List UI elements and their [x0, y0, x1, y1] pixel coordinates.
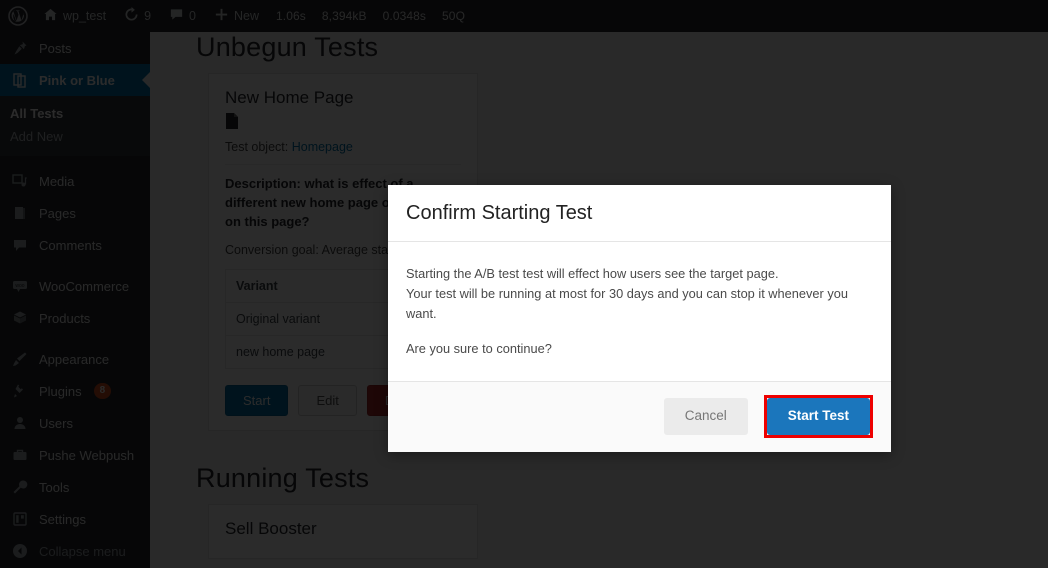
dialog-title: Confirm Starting Test	[406, 202, 593, 224]
start-test-button[interactable]: Start Test	[766, 398, 870, 435]
dialog-text-line1: Starting the A/B test test will effect h…	[406, 266, 779, 281]
dialog-text-line3: Are you sure to continue?	[406, 341, 552, 357]
cancel-button[interactable]: Cancel	[663, 398, 748, 435]
wordpress-admin-screen: Unbegun Tests New Home Page Test object:…	[0, 0, 1048, 568]
confirm-dialog: Confirm Starting Test Starting the A/B t…	[388, 185, 891, 452]
start-test-highlight: Start Test	[763, 395, 873, 438]
dialog-body: Starting the A/B test test will effect h…	[388, 242, 891, 381]
dialog-footer: Cancel Start Test	[388, 381, 891, 452]
dialog-header: Confirm Starting Test	[388, 185, 891, 242]
dialog-text-line2: Your test will be running at most for 30…	[406, 285, 848, 321]
